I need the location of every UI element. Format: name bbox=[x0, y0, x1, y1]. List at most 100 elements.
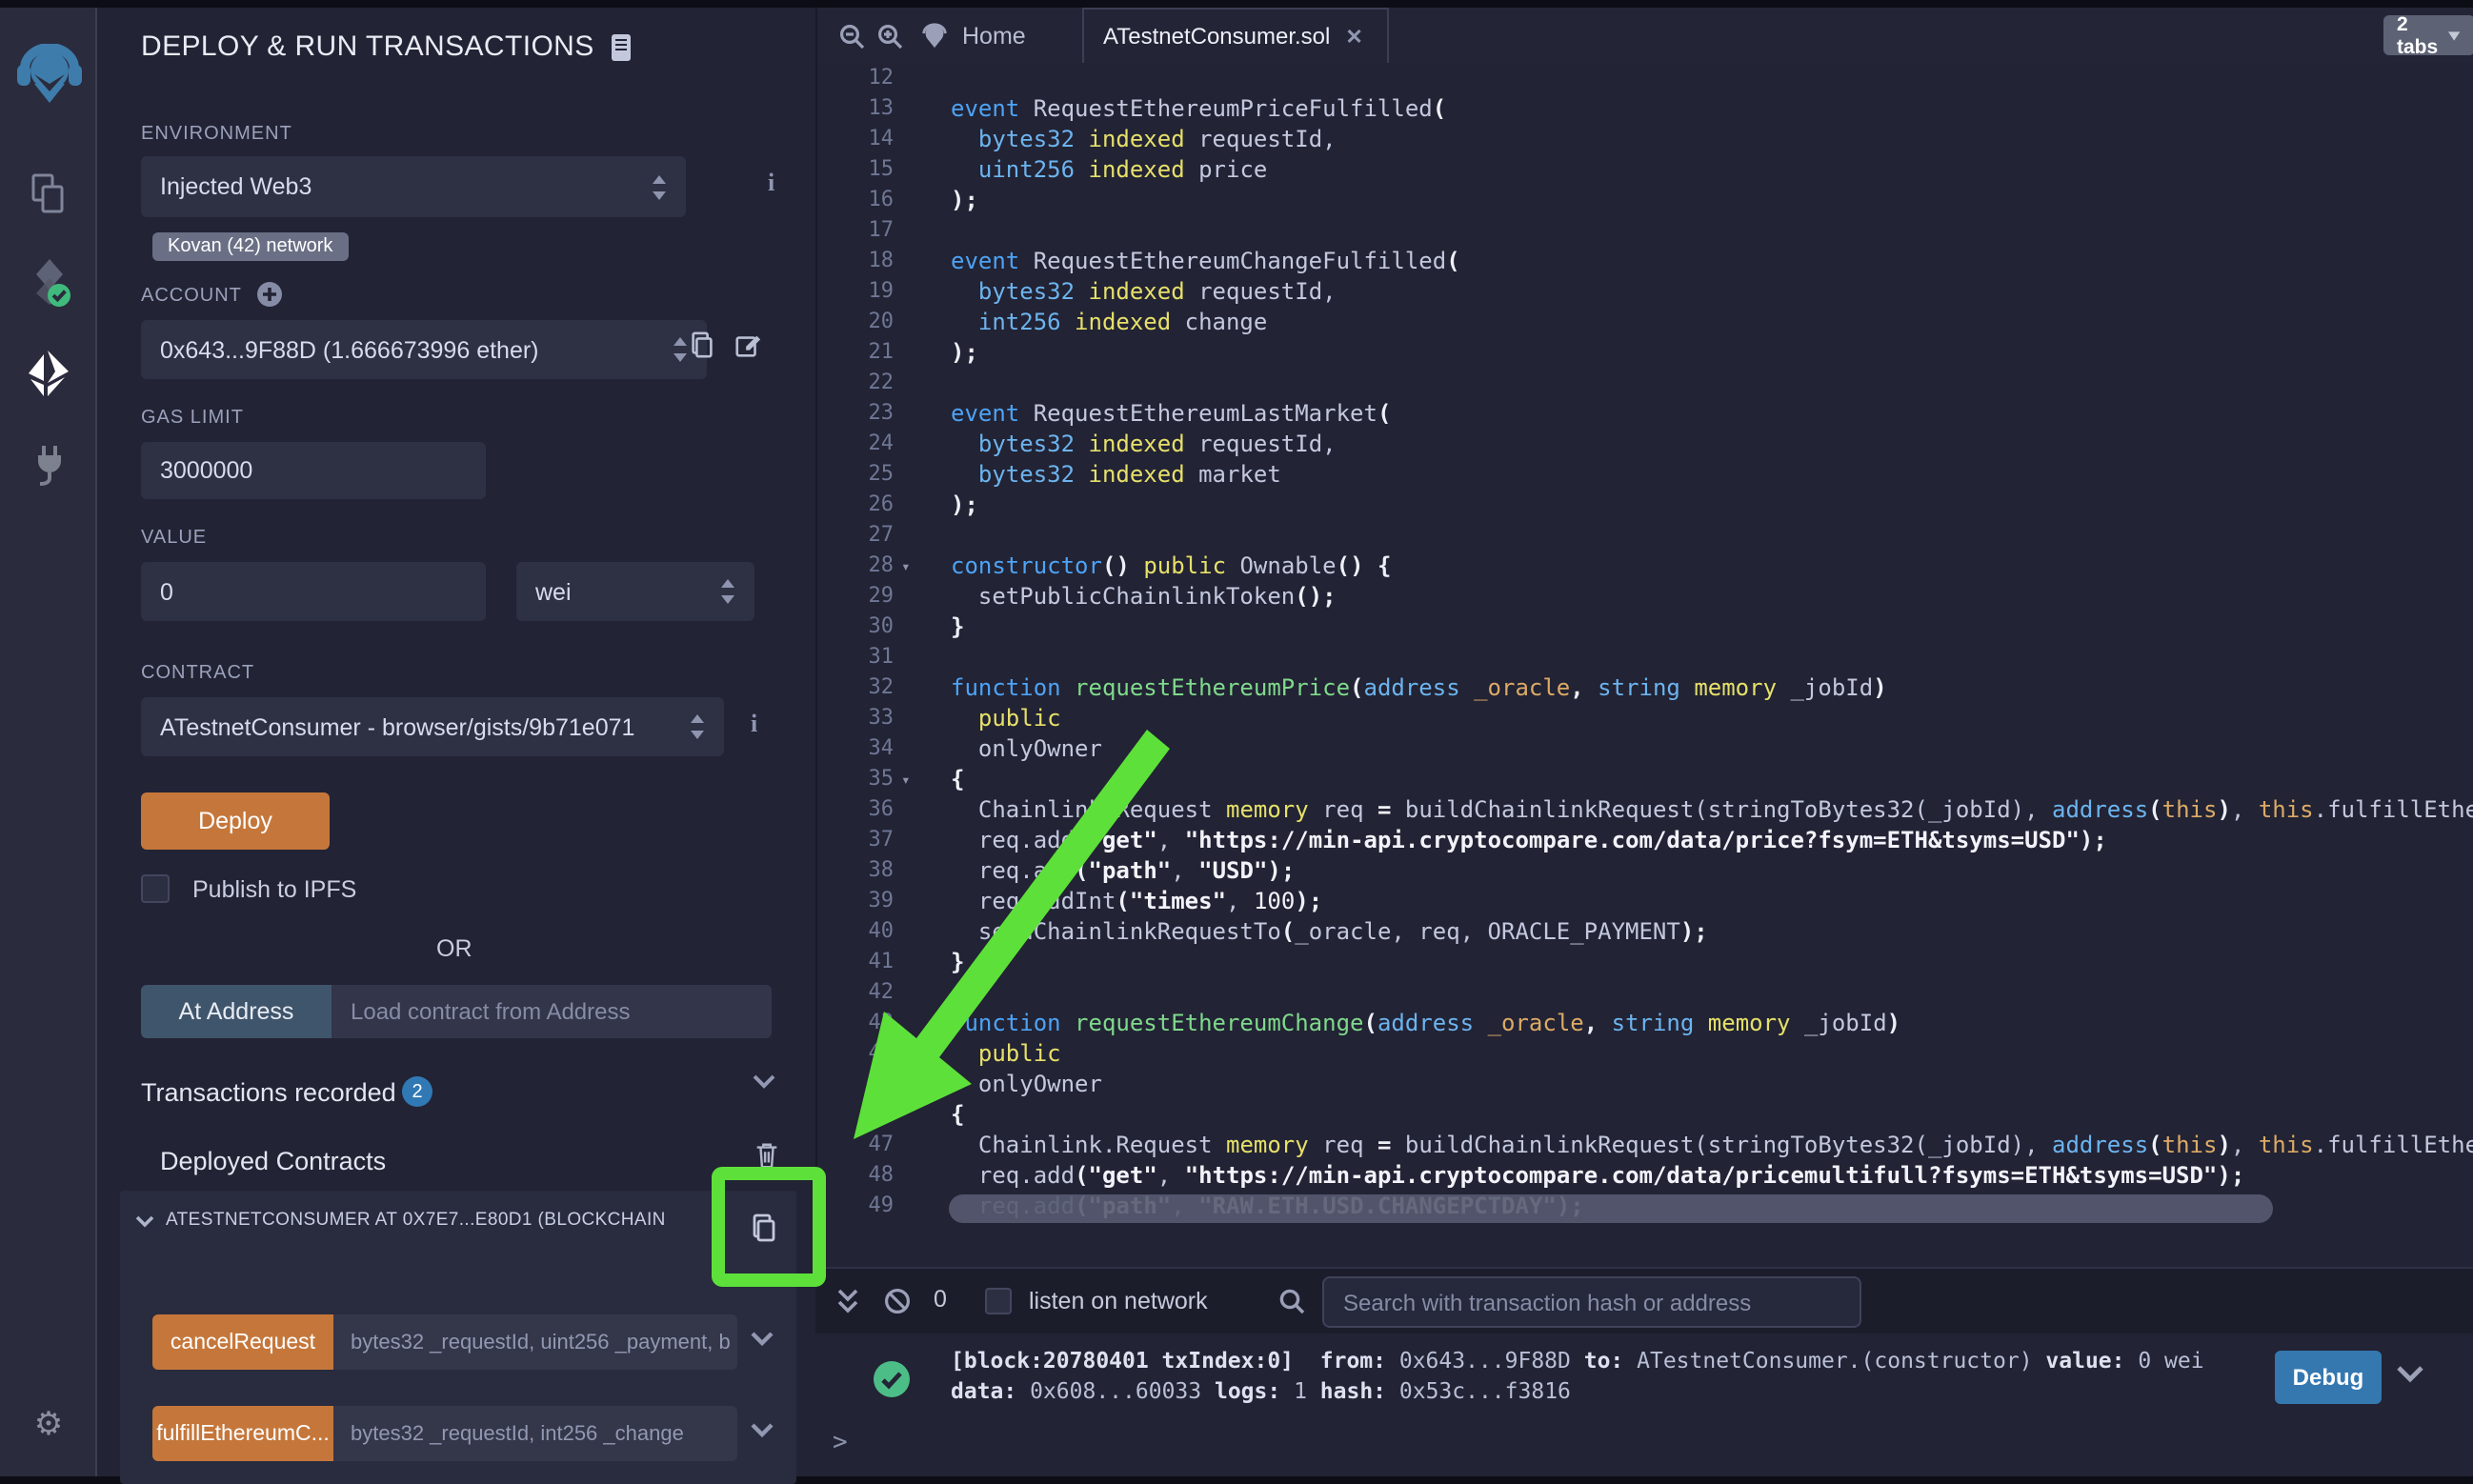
fold-gutter bbox=[901, 185, 920, 215]
debug-button[interactable]: Debug bbox=[2275, 1351, 2382, 1404]
fold-gutter bbox=[901, 977, 920, 1008]
code-line[interactable]: 17 bbox=[817, 215, 2473, 246]
code-text: public bbox=[951, 1038, 1061, 1069]
plugin-manager-icon[interactable] bbox=[0, 444, 97, 488]
code-line[interactable]: 38 req.add("path", "USD"); bbox=[817, 855, 2473, 886]
code-line[interactable]: 16); bbox=[817, 185, 2473, 215]
code-line[interactable]: 24 bytes32 indexed requestId, bbox=[817, 429, 2473, 459]
code-line[interactable]: 20 int256 indexed change bbox=[817, 307, 2473, 337]
code-line[interactable]: 47 Chainlink.Request memory req = buildC… bbox=[817, 1130, 2473, 1160]
code-line[interactable]: 32function requestEthereumPrice(address … bbox=[817, 672, 2473, 703]
deploy-run-icon[interactable] bbox=[0, 351, 97, 396]
clear-console-ban-icon[interactable] bbox=[884, 1288, 911, 1314]
contract-info-icon[interactable]: i bbox=[751, 709, 757, 739]
trash-icon[interactable] bbox=[753, 1139, 781, 1172]
fn-fulfillethereumchange-params-input[interactable]: bytes32 _requestId, int256 _change bbox=[333, 1406, 737, 1461]
deployed-contract-header[interactable]: ATESTNETCONSUMER AT 0X7E7...E80D1 (BLOCK… bbox=[166, 1210, 730, 1231]
fold-chevron-icon[interactable]: ▾ bbox=[901, 551, 920, 581]
listen-network-checkbox[interactable] bbox=[985, 1288, 1012, 1314]
tabs-count-button[interactable]: 2 tabs bbox=[2383, 15, 2473, 55]
code-line[interactable]: 45 onlyOwner bbox=[817, 1069, 2473, 1099]
file-explorer-icon[interactable] bbox=[0, 173, 97, 215]
line-number: 15 bbox=[833, 154, 894, 185]
code-line[interactable]: 26); bbox=[817, 490, 2473, 520]
zoom-out-icon[interactable] bbox=[838, 23, 865, 50]
code-text: function requestEthereumChange(address _… bbox=[951, 1008, 1900, 1038]
fn-fulfillethereumchange-expand-icon[interactable] bbox=[751, 1423, 774, 1438]
at-address-button[interactable]: At Address bbox=[141, 985, 332, 1038]
fold-gutter bbox=[901, 307, 920, 337]
copy-account-icon[interactable] bbox=[688, 330, 716, 360]
code-line[interactable]: 39 req.addInt("times", 100); bbox=[817, 886, 2473, 916]
code-line[interactable]: 12 bbox=[817, 63, 2473, 93]
tx-success-check-icon bbox=[873, 1360, 911, 1398]
publish-ipfs-checkbox[interactable] bbox=[141, 874, 170, 903]
add-account-icon[interactable] bbox=[257, 282, 282, 307]
code-line[interactable]: 22 bbox=[817, 368, 2473, 398]
gas-limit-input[interactable] bbox=[141, 442, 486, 499]
code-line[interactable]: 35▾{ bbox=[817, 764, 2473, 794]
settings-gear-icon[interactable]: ⚙ bbox=[0, 1408, 97, 1440]
code-line[interactable]: 15 uint256 indexed price bbox=[817, 154, 2473, 185]
account-select[interactable]: 0x643...9F88D (1.666673996 ether) bbox=[141, 320, 707, 379]
code-line[interactable]: 31 bbox=[817, 642, 2473, 672]
code-line[interactable]: 13event RequestEthereumPriceFulfilled( bbox=[817, 93, 2473, 124]
line-number: 35 bbox=[833, 764, 894, 794]
fn-cancelrequest-params-input[interactable]: bytes32 _requestId, uint256 _payment, b bbox=[333, 1314, 737, 1370]
at-address-input[interactable] bbox=[332, 985, 772, 1038]
code-line[interactable]: 33 public bbox=[817, 703, 2473, 733]
code-line[interactable]: 25 bytes32 indexed market bbox=[817, 459, 2473, 490]
tab-atestnetconsumer[interactable]: ATestnetConsumer.sol ✕ bbox=[1082, 8, 1389, 63]
edit-account-icon[interactable] bbox=[734, 330, 762, 360]
terminal-search-input[interactable] bbox=[1322, 1276, 1861, 1328]
code-line[interactable]: 40 sendChainlinkRequestTo(_oracle, req, … bbox=[817, 916, 2473, 947]
select-arrows-icon bbox=[673, 337, 688, 362]
code-line[interactable]: 37 req.add("get", "https://min-api.crypt… bbox=[817, 825, 2473, 855]
code-line[interactable]: 28▾constructor() public Ownable() { bbox=[817, 551, 2473, 581]
environment-info-icon[interactable]: i bbox=[768, 168, 774, 198]
solidity-compiler-icon[interactable] bbox=[0, 257, 97, 307]
code-line[interactable]: 18event RequestEthereumChangeFulfilled( bbox=[817, 246, 2473, 276]
line-number: 46 bbox=[833, 1099, 894, 1130]
copy-contract-icon[interactable] bbox=[749, 1212, 779, 1244]
deploy-button[interactable]: Deploy bbox=[141, 792, 330, 850]
code-line[interactable]: 21); bbox=[817, 337, 2473, 368]
code-line[interactable]: 41} bbox=[817, 947, 2473, 977]
horizontal-scrollbar[interactable] bbox=[949, 1194, 2273, 1223]
code-line[interactable]: 14 bytes32 indexed requestId, bbox=[817, 124, 2473, 154]
code-line[interactable]: 48 req.add("get", "https://min-api.crypt… bbox=[817, 1160, 2473, 1191]
code-line[interactable]: 19 bytes32 indexed requestId, bbox=[817, 276, 2473, 307]
code-line[interactable]: 27 bbox=[817, 520, 2473, 551]
fold-gutter bbox=[901, 1038, 920, 1069]
code-line[interactable]: 42 bbox=[817, 977, 2473, 1008]
code-content[interactable]: 1213event RequestEthereumPriceFulfilled(… bbox=[817, 63, 2473, 1267]
tab-close-icon[interactable]: ✕ bbox=[1345, 24, 1362, 49]
code-line[interactable]: 30} bbox=[817, 612, 2473, 642]
remix-logo-icon[interactable] bbox=[0, 44, 97, 105]
code-line[interactable]: 29 setPublicChainlinkToken(); bbox=[817, 581, 2473, 612]
fn-cancelrequest-button[interactable]: cancelRequest bbox=[152, 1314, 333, 1370]
fn-fulfillethereumchange-button[interactable]: fulfillEthereumC... bbox=[152, 1406, 333, 1461]
fold-gutter bbox=[901, 1130, 920, 1160]
code-line[interactable]: 23event RequestEthereumLastMarket( bbox=[817, 398, 2473, 429]
transactions-chevron-icon[interactable] bbox=[753, 1074, 775, 1090]
contract-expand-chevron-icon[interactable] bbox=[135, 1215, 154, 1229]
value-unit-select[interactable]: wei bbox=[516, 562, 754, 621]
environment-select[interactable]: Injected Web3 bbox=[141, 156, 686, 217]
fold-gutter bbox=[901, 429, 920, 459]
code-line[interactable]: 34 onlyOwner bbox=[817, 733, 2473, 764]
code-line[interactable]: 36 Chainlink.Request memory req = buildC… bbox=[817, 794, 2473, 825]
value-input[interactable] bbox=[141, 562, 486, 621]
zoom-in-icon[interactable] bbox=[876, 23, 903, 50]
fn-cancelrequest-expand-icon[interactable] bbox=[751, 1332, 774, 1347]
contract-select[interactable]: ATestnetConsumer - browser/gists/9b71e07… bbox=[141, 697, 724, 756]
code-line[interactable]: 43function requestEthereumChange(address… bbox=[817, 1008, 2473, 1038]
code-line[interactable]: 46{ bbox=[817, 1099, 2473, 1130]
code-line[interactable]: 44 public bbox=[817, 1038, 2473, 1069]
log-expand-chevron-icon[interactable] bbox=[2397, 1366, 2423, 1383]
home-tab[interactable]: Home bbox=[920, 21, 1026, 50]
terminal-prompt[interactable]: > bbox=[833, 1429, 848, 1457]
double-chevron-down-icon[interactable] bbox=[836, 1288, 859, 1314]
tx-log-entry[interactable]: [block:20780401 txIndex:0] from: 0x643..… bbox=[951, 1345, 2204, 1406]
fold-chevron-icon[interactable]: ▾ bbox=[901, 764, 920, 794]
